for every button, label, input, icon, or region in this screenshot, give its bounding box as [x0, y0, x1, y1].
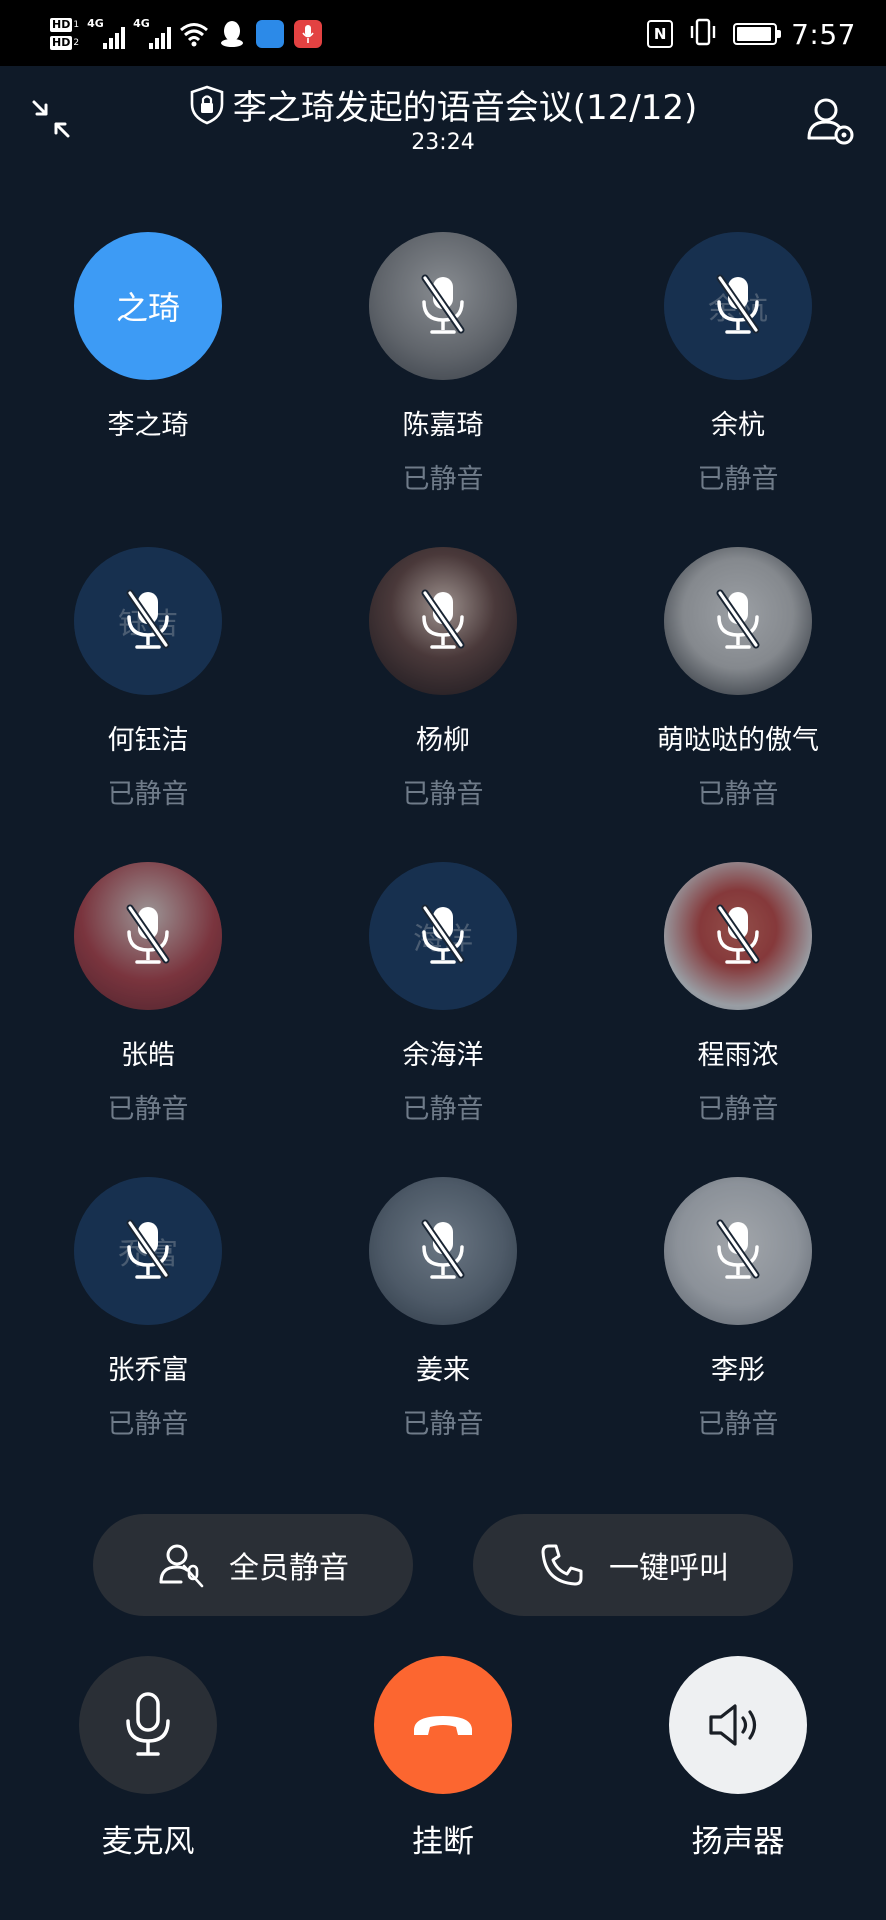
hangup-control[interactable]: 挂断	[333, 1656, 553, 1861]
avatar[interactable]: 海洋	[369, 862, 517, 1010]
avatar[interactable]: 余杭	[664, 232, 812, 380]
avatar[interactable]	[369, 1177, 517, 1325]
mic-muted-icon	[716, 1219, 760, 1279]
participant-name: 何钰洁	[107, 725, 189, 756]
clock: 7:57	[791, 17, 856, 51]
nfc-icon: N	[647, 20, 674, 48]
participant-status: 已静音	[697, 464, 779, 495]
avatar[interactable]: 之琦	[74, 232, 222, 380]
mic-muted-icon	[716, 274, 760, 334]
participant-status: 已静音	[402, 464, 484, 495]
participant-name: 张皓	[121, 1040, 175, 1071]
signal-icon: 4G	[133, 17, 172, 49]
vibrate-icon	[687, 17, 719, 51]
mic-muted-icon	[716, 589, 760, 649]
microphone-control[interactable]: 麦克风	[38, 1656, 258, 1861]
participant-name: 姜来	[416, 1355, 470, 1386]
battery-icon	[733, 23, 782, 45]
manage-members-button[interactable]	[804, 94, 856, 146]
signal-icon: 4G	[87, 17, 126, 49]
wifi-icon	[179, 19, 209, 49]
speaker-label: 扬声器	[691, 1824, 785, 1860]
participant-name: 程雨浓	[697, 1040, 779, 1071]
participant-status: 已静音	[697, 1094, 779, 1125]
avatar[interactable]	[369, 547, 517, 695]
recording-mic-icon	[293, 19, 323, 49]
hangup-phone-icon	[414, 1716, 472, 1735]
avatar[interactable]: 钰洁	[74, 547, 222, 695]
participant-tile[interactable]: 余杭余杭已静音	[608, 232, 868, 498]
participant-name: 余海洋	[402, 1040, 484, 1071]
call-all-label: 一键呼叫	[609, 1551, 729, 1586]
avatar[interactable]: 乔富	[74, 1177, 222, 1325]
participant-name: 萌哒哒的傲气	[657, 725, 819, 756]
participant-tile[interactable]: 程雨浓 已静音	[608, 862, 868, 1128]
status-bar: HD 1 HD 2 4G 4G N 7:57	[0, 0, 886, 66]
hangup-label: 挂断	[412, 1824, 474, 1860]
participant-name: 陈嘉琦	[402, 410, 484, 441]
mute-all-icon	[159, 1544, 204, 1588]
app-notification-icon	[255, 19, 285, 49]
speaker-button[interactable]	[669, 1656, 807, 1794]
participant-status: 已静音	[107, 1094, 189, 1125]
meeting-header: 李之琦发起的语音会议(12/12) 23:24	[0, 66, 886, 166]
call-all-button[interactable]: 一键呼叫	[473, 1514, 793, 1616]
member-settings-icon	[807, 98, 854, 145]
avatar-initials: 之琦	[115, 289, 180, 327]
sim1-hd-badge: HD 1	[50, 18, 80, 32]
participant-tile[interactable]: 钰洁何钰洁已静音	[18, 547, 278, 813]
participant-name: 李之琦	[107, 410, 189, 441]
lock-shield-icon	[190, 85, 224, 124]
participant-tile[interactable]: 姜来 已静音	[313, 1177, 573, 1443]
participant-tile[interactable]: 之琦 李之琦	[18, 232, 278, 498]
mic-muted-icon	[126, 589, 170, 649]
participant-name: 杨柳	[416, 725, 470, 756]
avatar[interactable]	[664, 1177, 812, 1325]
mic-muted-icon	[126, 1219, 170, 1279]
participant-status: 已静音	[107, 779, 189, 810]
participant-tile[interactable]: 乔富张乔富已静音	[18, 1177, 278, 1443]
microphone-button[interactable]	[79, 1656, 217, 1794]
participant-tile[interactable]: 李彤 已静音	[608, 1177, 868, 1443]
participant-status: 已静音	[402, 779, 484, 810]
mic-muted-icon	[421, 589, 465, 649]
participant-tile[interactable]: 陈嘉琦 已静音	[313, 232, 573, 498]
participant-status: 已静音	[697, 1409, 779, 1440]
participant-tile[interactable]: 萌哒哒的傲气 已静音	[608, 547, 868, 813]
mic-muted-icon	[716, 904, 760, 964]
meeting-title: 李之琦发起的语音会议(12/12)	[232, 88, 698, 128]
participant-status: 已静音	[402, 1409, 484, 1440]
avatar[interactable]	[369, 232, 517, 380]
avatar[interactable]	[74, 862, 222, 1010]
participant-status	[18, 462, 278, 498]
hangup-button[interactable]	[374, 1656, 512, 1794]
mic-muted-icon	[421, 274, 465, 334]
participant-tile[interactable]: 海洋余海洋已静音	[313, 862, 573, 1128]
participant-status: 已静音	[402, 1094, 484, 1125]
qq-icon	[217, 19, 247, 49]
sim2-hd-badge: HD 2	[50, 36, 80, 50]
participant-status: 已静音	[107, 1409, 189, 1440]
participant-tile[interactable]: 张皓 已静音	[18, 862, 278, 1128]
microphone-icon	[126, 1692, 170, 1756]
mic-muted-icon	[126, 904, 170, 964]
speaker-icon	[709, 1704, 757, 1746]
mic-muted-icon	[421, 1219, 465, 1279]
mute-all-label: 全员静音	[229, 1551, 349, 1586]
avatar[interactable]	[664, 862, 812, 1010]
avatar[interactable]	[664, 547, 812, 695]
phone-icon	[541, 1544, 583, 1586]
participant-name: 张乔富	[107, 1355, 189, 1386]
participant-name: 余杭	[711, 410, 765, 441]
participant-tile[interactable]: 杨柳 已静音	[313, 547, 573, 813]
mic-muted-icon	[421, 904, 465, 964]
participant-status: 已静音	[697, 779, 779, 810]
mute-all-button[interactable]: 全员静音	[93, 1514, 413, 1616]
call-timer: 23:24	[411, 130, 475, 155]
microphone-label: 麦克风	[101, 1824, 195, 1860]
participant-name: 李彤	[711, 1355, 765, 1386]
speaker-control[interactable]: 扬声器	[628, 1656, 848, 1861]
